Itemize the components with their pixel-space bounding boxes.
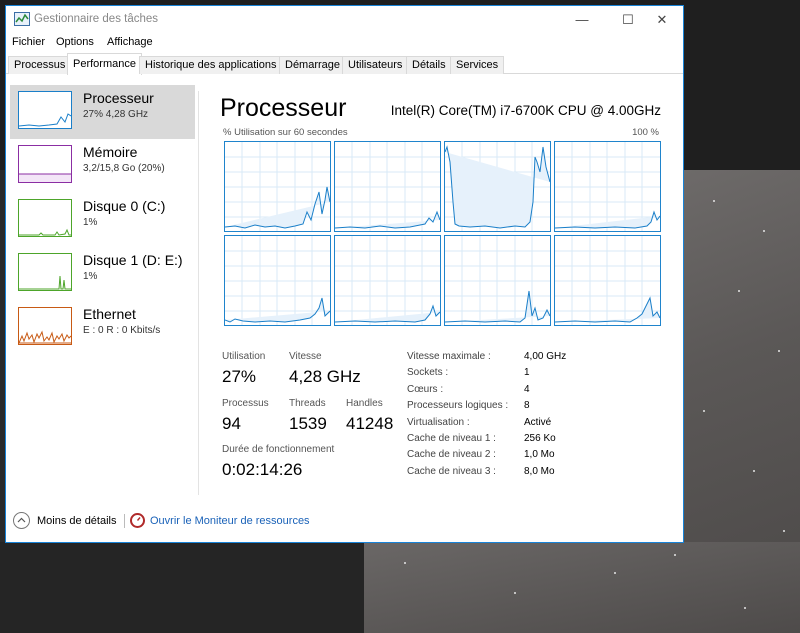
- menu-fichier[interactable]: Fichier: [12, 36, 45, 48]
- tab-processus[interactable]: Processus: [8, 56, 72, 74]
- detail-value: 8,0 Mo: [524, 466, 555, 477]
- core-graph: [334, 235, 441, 326]
- sidebar-item-label: Ethernet: [83, 306, 136, 322]
- detail-key: Sockets :: [407, 367, 449, 378]
- core-graph: [224, 141, 331, 232]
- tab-bar: Processus Performance Historique des app…: [6, 52, 683, 75]
- tab-services[interactable]: Services: [450, 56, 505, 74]
- detail-value: 4,00 GHz: [524, 351, 567, 362]
- sidebar-item-value: 1%: [83, 271, 98, 282]
- detail-value: Activé: [524, 417, 552, 428]
- desktop-background: [0, 542, 364, 633]
- desktop-wallpaper: [364, 542, 800, 633]
- cpu-thumbnail-graph: [18, 91, 72, 129]
- sidebar-item-value: E : 0 R : 0 Kbits/s: [83, 325, 161, 336]
- tab-performance[interactable]: Performance: [67, 53, 142, 75]
- vitesse-value: 4,28 GHz: [289, 367, 361, 386]
- menu-options[interactable]: Options: [56, 36, 94, 48]
- threads-label: Threads: [289, 398, 326, 409]
- sidebar-item-label: Processeur: [83, 90, 154, 106]
- resource-monitor-icon: [130, 513, 145, 528]
- sidebar-item-value: 3,2/15,8 Go (20%): [83, 163, 165, 174]
- sidebar-item-memoire[interactable]: Mémoire 3,2/15,8 Go (20%): [10, 139, 195, 193]
- detail-value: 8: [524, 400, 530, 411]
- core-graph: [224, 235, 331, 326]
- core-graph: [334, 141, 441, 232]
- tab-utilisateurs[interactable]: Utilisateurs: [342, 56, 409, 74]
- detail-key: Virtualisation :: [407, 417, 470, 428]
- footer-bar: Moins de détails Ouvrir le Moniteur de r…: [6, 506, 683, 536]
- footer-divider: [124, 514, 125, 528]
- resource-sidebar: Processeur 27% 4,28 GHz Mémoire 3,2/15,8…: [6, 75, 199, 495]
- task-manager-window: Gestionnaire des tâches — ☐ ✕ Fichier Op…: [5, 5, 684, 543]
- detail-value: 256 Ko: [524, 433, 556, 444]
- window-title: Gestionnaire des tâches: [34, 13, 159, 25]
- maximize-icon: ☐: [622, 11, 634, 27]
- disk1-thumbnail-graph: [18, 253, 72, 291]
- menu-affichage[interactable]: Affichage: [107, 36, 153, 48]
- core-graph: [444, 141, 551, 232]
- core-graph: [554, 235, 661, 326]
- detail-key: Cache de niveau 2 :: [407, 449, 496, 460]
- sidebar-item-value: 27% 4,28 GHz: [83, 109, 149, 120]
- open-resource-monitor-link[interactable]: Ouvrir le Moniteur de ressources: [150, 515, 310, 527]
- ethernet-thumbnail-graph: [18, 307, 72, 345]
- detail-value: 4: [524, 384, 530, 395]
- chevron-up-icon[interactable]: [13, 512, 30, 529]
- title-bar[interactable]: Gestionnaire des tâches — ☐ ✕: [6, 6, 683, 33]
- panel-divider: [198, 91, 199, 495]
- sidebar-item-ethernet[interactable]: Ethernet E : 0 R : 0 Kbits/s: [10, 301, 195, 355]
- processus-label: Processus: [222, 398, 269, 409]
- sidebar-item-disque-1[interactable]: Disque 1 (D: E:) 1%: [10, 247, 195, 301]
- sidebar-item-processeur[interactable]: Processeur 27% 4,28 GHz: [10, 85, 195, 139]
- sidebar-item-label: Disque 0 (C:): [83, 198, 166, 214]
- uptime-value: 0:02:14:26: [222, 460, 303, 479]
- handles-label: Handles: [346, 398, 383, 409]
- detail-key: Cache de niveau 1 :: [407, 433, 496, 444]
- graph-max-label: 100 %: [632, 127, 659, 138]
- tab-historique[interactable]: Historique des applications: [139, 56, 283, 74]
- sidebar-item-value: 1%: [83, 217, 98, 228]
- processus-value: 94: [222, 414, 241, 433]
- less-details-button[interactable]: Moins de détails: [37, 515, 117, 527]
- threads-value: 1539: [289, 414, 327, 433]
- close-icon: ✕: [656, 11, 668, 27]
- close-button[interactable]: ✕: [639, 6, 685, 33]
- detail-key: Cache de niveau 3 :: [407, 466, 496, 477]
- tab-details[interactable]: Détails: [406, 56, 452, 74]
- detail-key: Processeurs logiques :: [407, 400, 509, 411]
- vitesse-label: Vitesse: [289, 351, 322, 362]
- detail-value: 1,0 Mo: [524, 449, 555, 460]
- memory-thumbnail-graph: [18, 145, 72, 183]
- handles-value: 41248: [346, 414, 394, 433]
- detail-value: 1: [524, 367, 530, 378]
- core-graph: [444, 235, 551, 326]
- utilisation-value: 27%: [222, 367, 257, 386]
- sidebar-item-label: Mémoire: [83, 144, 138, 160]
- detail-key: Cœurs :: [407, 384, 444, 395]
- detail-key: Vitesse maximale :: [407, 351, 491, 362]
- page-title: Processeur: [220, 94, 347, 122]
- disk0-thumbnail-graph: [18, 199, 72, 237]
- sidebar-item-label: Disque 1 (D: E:): [83, 252, 183, 268]
- cpu-model-name: Intel(R) Core(TM) i7-6700K CPU @ 4.00GHz: [390, 103, 661, 118]
- sidebar-item-disque-0[interactable]: Disque 0 (C:) 1%: [10, 193, 195, 247]
- graph-caption: % Utilisation sur 60 secondes: [223, 127, 348, 138]
- minimize-button[interactable]: —: [559, 6, 605, 33]
- utilisation-label: Utilisation: [222, 351, 266, 362]
- minimize-icon: —: [575, 12, 589, 27]
- core-graph: [554, 141, 661, 232]
- tab-demarrage[interactable]: Démarrage: [279, 56, 347, 74]
- uptime-label: Durée de fonctionnement: [222, 444, 335, 455]
- task-manager-icon: [14, 12, 30, 26]
